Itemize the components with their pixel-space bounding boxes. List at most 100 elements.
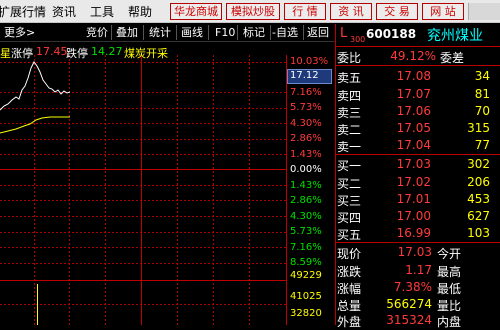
last-price-value: 17.03 [397, 245, 432, 259]
trade-button[interactable]: 交 易 [376, 3, 418, 20]
bid-label: 买二 [337, 177, 362, 191]
pct-axis-label: 1.43% [290, 180, 322, 191]
pct-axis-label: 2.86% [290, 133, 322, 144]
bid-price: 16.99 [396, 226, 431, 240]
paper-trading-button[interactable]: 模拟炒股 [226, 3, 280, 20]
pct-axis-label: 10.03% [290, 56, 329, 67]
high-label: 最高 [437, 265, 462, 279]
bid-label: 买五 [337, 228, 362, 242]
news-button[interactable]: 资 讯 [330, 3, 372, 20]
outer-volume-label: 外盘 [337, 315, 362, 329]
menu-extended-quotes[interactable]: 扩展行情 [0, 3, 46, 20]
divider [336, 154, 500, 155]
ask-label: 卖三 [337, 106, 362, 120]
ask-label: 卖二 [337, 123, 362, 137]
ask-price: 17.04 [396, 138, 431, 152]
ask-volume: 315 [467, 121, 490, 135]
committee-ratio-label: 委比 [337, 51, 362, 65]
stock-name: 兖州煤业 [427, 28, 483, 44]
price-cursor-value: 17.12 [290, 70, 319, 81]
draw-line-button[interactable]: 画线 [181, 24, 203, 41]
market-code: 300 [350, 35, 366, 44]
chart-grid [0, 62, 286, 305]
menubar-scroll[interactable] [468, 3, 500, 20]
inner-volume-label: 内盘 [437, 315, 462, 329]
divider [336, 65, 500, 66]
more-button[interactable]: 更多> [4, 24, 35, 41]
ask-volume: 34 [474, 69, 490, 83]
last-price-label: 现价 [337, 247, 362, 261]
back-button[interactable]: 返回 [307, 24, 329, 41]
sector-name: 煤炭开采 [124, 47, 168, 60]
bid-price: 17.00 [396, 209, 431, 223]
stats-button[interactable]: 统计 [149, 24, 171, 41]
low-label: 最低 [437, 282, 462, 296]
bid-label: 买四 [337, 211, 362, 225]
ask-volume: 77 [474, 138, 490, 152]
toolbar-divider [111, 25, 112, 40]
toolbar-divider [143, 25, 144, 40]
price-line [0, 61, 71, 111]
total-volume-label: 总量 [337, 299, 362, 313]
bid-volume: 453 [467, 192, 490, 206]
volume-ratio-label: 量比 [437, 299, 462, 313]
pct-axis-label: 0.00% [290, 164, 322, 175]
intraday-chart [0, 55, 287, 325]
bid-price: 17.02 [396, 175, 431, 189]
bid-price: 17.03 [396, 157, 431, 171]
toolbar-divider [270, 25, 271, 40]
auction-button[interactable]: 竞价 [86, 24, 108, 41]
divider [336, 46, 500, 47]
pct-axis-label: 1.43% [290, 149, 322, 160]
toolbar-divider [303, 25, 304, 40]
menu-news[interactable]: 资讯 [52, 3, 76, 20]
quotes-button[interactable]: 行 情 [284, 3, 326, 20]
bid-volume: 302 [467, 157, 490, 171]
committee-diff-label: 委差 [440, 51, 465, 65]
website-button[interactable]: 网 站 [422, 3, 464, 20]
volume-axis-label: 41025 [290, 291, 322, 302]
change-value: 1.17 [405, 263, 432, 277]
toolbar-divider [208, 25, 209, 40]
toolbar-divider [176, 25, 177, 40]
ask-price: 17.08 [396, 69, 431, 83]
f10-button[interactable]: F10 [215, 24, 235, 41]
pct-axis-label: 4.30% [290, 211, 322, 222]
ask-volume: 81 [474, 87, 490, 101]
divider [336, 242, 500, 243]
menu-help[interactable]: 帮助 [128, 3, 152, 20]
limit-down-value: 14.27 [91, 45, 123, 58]
ask-volume: 70 [474, 104, 490, 118]
bid-label: 买一 [337, 159, 362, 173]
bid-volume: 206 [467, 175, 490, 189]
pct-axis-label: 7.16% [290, 242, 322, 253]
volume-axis-label: 32820 [290, 308, 322, 319]
ask-price: 17.05 [396, 121, 431, 135]
remove-watchlist-button[interactable]: -自选 [272, 24, 298, 41]
pct-axis-label: 8.59% [290, 257, 322, 268]
menu-tools[interactable]: 工具 [90, 3, 114, 20]
bid-label: 买三 [337, 194, 362, 208]
committee-ratio-value: 49.12% [390, 49, 436, 63]
change-pct-label: 涨幅 [337, 282, 362, 296]
pct-axis-label: 5.73% [290, 226, 322, 237]
limit-down-label: 跌停 [66, 47, 88, 60]
open-label: 今开 [437, 247, 462, 261]
pct-axis-label: 7.16% [290, 87, 322, 98]
chart-header-prefix: 星 [0, 47, 11, 60]
bid-volume: 103 [467, 226, 490, 240]
bid-volume: 627 [467, 209, 490, 223]
ask-label: 卖一 [337, 140, 362, 154]
limit-up-label: 涨停 [11, 47, 33, 60]
mall-button[interactable]: 华龙商城 [170, 3, 222, 20]
volume-axis-label: 49229 [290, 270, 322, 281]
mark-button[interactable]: 标记 [243, 24, 265, 41]
ask-price: 17.07 [396, 87, 431, 101]
overlay-button[interactable]: 叠加 [116, 24, 138, 41]
ask-label: 卖四 [337, 89, 362, 103]
market-flag: L [340, 26, 348, 41]
change-label: 涨跌 [337, 265, 362, 279]
pct-axis-label: 2.86% [290, 195, 322, 206]
change-pct-value: 7.38% [393, 280, 432, 294]
bid-price: 17.01 [396, 192, 431, 206]
